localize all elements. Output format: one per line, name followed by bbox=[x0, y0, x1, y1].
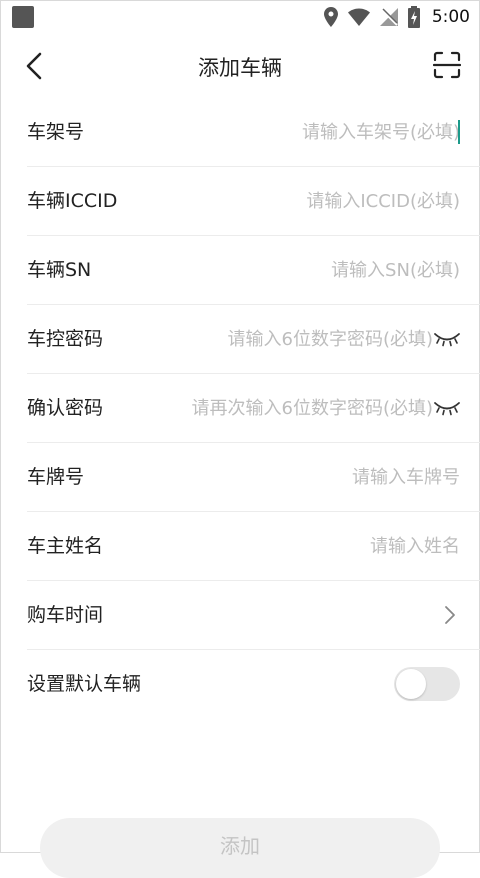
default-vehicle-toggle[interactable] bbox=[394, 667, 460, 701]
confirm-password-label: 确认密码 bbox=[27, 397, 104, 419]
status-time: 5:00 bbox=[431, 7, 470, 27]
owner-name-label: 车主姓名 bbox=[27, 535, 104, 557]
scan-button[interactable] bbox=[430, 48, 464, 82]
status-icons: 5:00 bbox=[323, 4, 470, 30]
vehicle-form: 车架号 车辆ICCID 车辆SN 车控密码 确认密码 bbox=[0, 98, 480, 718]
owner-name-input[interactable] bbox=[270, 528, 460, 564]
wifi-icon bbox=[347, 8, 370, 26]
page-title: 添加车辆 bbox=[198, 56, 282, 80]
notification-icon bbox=[12, 6, 34, 28]
form-row-confirm-password: 确认密码 bbox=[27, 374, 480, 443]
text-cursor bbox=[458, 120, 460, 144]
battery-charging-icon bbox=[407, 6, 420, 28]
signal-off-icon bbox=[379, 8, 398, 26]
control-password-label: 车控密码 bbox=[27, 328, 104, 350]
form-row-plate: 车牌号 bbox=[27, 443, 480, 512]
plate-label: 车牌号 bbox=[27, 466, 85, 488]
form-row-default-vehicle: 设置默认车辆 bbox=[27, 650, 480, 718]
confirm-password-input[interactable] bbox=[133, 390, 433, 426]
form-row-control-password: 车控密码 bbox=[27, 305, 480, 374]
sn-label: 车辆SN bbox=[27, 259, 92, 281]
form-row-vin: 车架号 bbox=[27, 98, 480, 167]
control-password-input[interactable] bbox=[163, 321, 433, 357]
plate-input[interactable] bbox=[270, 459, 460, 495]
form-row-sn: 车辆SN bbox=[27, 236, 480, 305]
status-bar: 5:00 bbox=[0, 0, 480, 34]
iccid-label: 车辆ICCID bbox=[27, 190, 118, 212]
toggle-knob bbox=[396, 669, 426, 699]
eye-closed-icon[interactable] bbox=[433, 400, 461, 416]
eye-closed-icon[interactable] bbox=[433, 331, 461, 347]
add-button[interactable]: 添加 bbox=[40, 818, 440, 878]
form-row-purchase-date[interactable]: 购车时间 bbox=[27, 581, 480, 650]
vin-label: 车架号 bbox=[27, 121, 85, 143]
default-vehicle-label: 设置默认车辆 bbox=[27, 673, 142, 695]
scan-icon bbox=[433, 51, 461, 79]
form-row-owner-name: 车主姓名 bbox=[27, 512, 480, 581]
title-bar: 添加车辆 bbox=[0, 34, 480, 98]
vin-input[interactable] bbox=[270, 114, 460, 150]
purchase-date-label: 购车时间 bbox=[27, 604, 104, 626]
form-row-iccid: 车辆ICCID bbox=[27, 167, 480, 236]
iccid-input[interactable] bbox=[270, 183, 460, 219]
sn-input[interactable] bbox=[270, 252, 460, 288]
location-icon bbox=[323, 7, 338, 27]
chevron-right-icon bbox=[445, 606, 455, 624]
